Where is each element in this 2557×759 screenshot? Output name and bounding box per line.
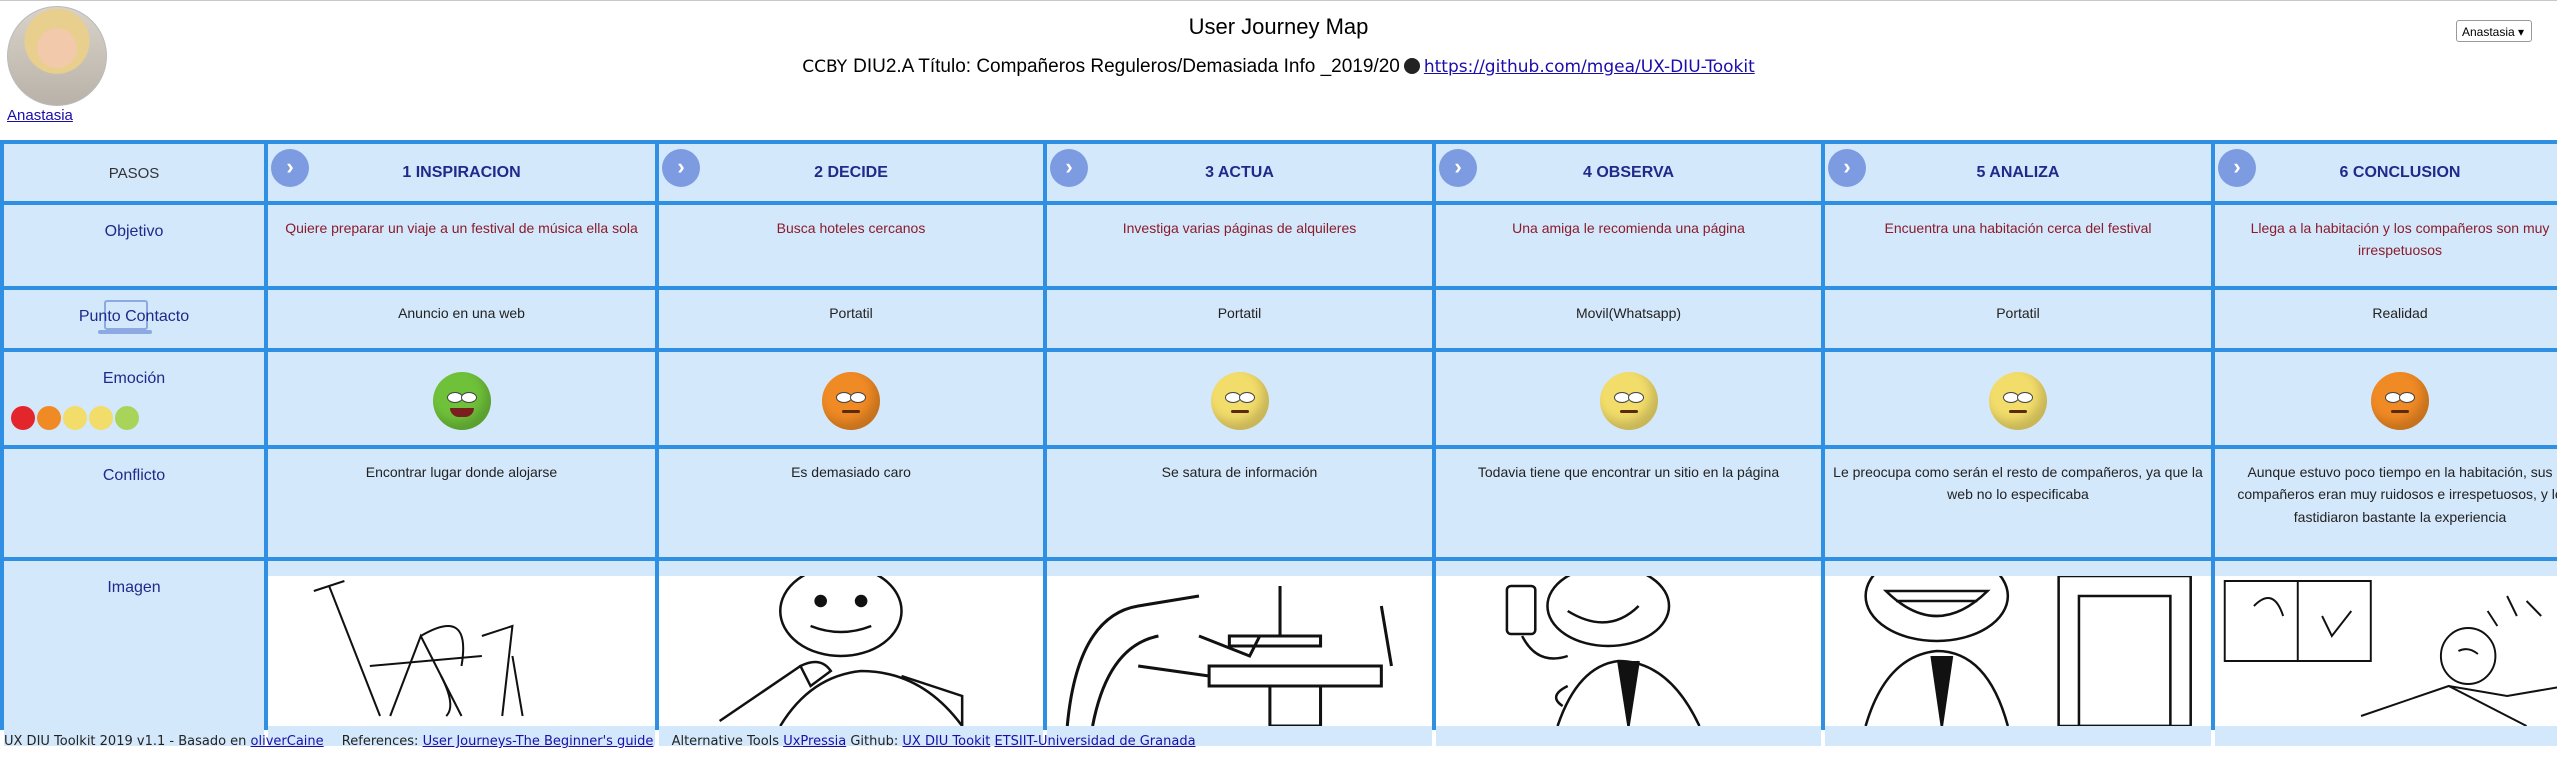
footer-prefix: UX DIU Toolkit 2019 v1.1 - Basado en xyxy=(4,734,247,749)
man-thinking-pen-sketch xyxy=(659,564,1043,727)
conflict-cell[interactable]: Es demasiado caro xyxy=(659,449,1043,557)
user-name-link[interactable]: Anastasia xyxy=(7,107,73,124)
footer-github-label: Github: xyxy=(850,734,899,749)
image-cell[interactable] xyxy=(1825,561,2211,746)
step-title: 6 CONCLUSION xyxy=(2339,164,2461,181)
man-cleaning-sketch xyxy=(268,576,655,726)
row-label-conflict: Conflicto xyxy=(4,449,264,557)
page-title: User Journey Map xyxy=(1188,14,1369,39)
angry-face-icon[interactable] xyxy=(11,406,35,430)
emotion-face-icon xyxy=(2371,372,2429,430)
row-label-steps: PASOS xyxy=(4,144,264,201)
desk-computer-sketch xyxy=(1047,576,1432,728)
cc-license-label: CCBY xyxy=(802,57,848,77)
goal-cell[interactable]: Llega a la habitación y los compañeros s… xyxy=(2215,205,2557,286)
emotion-cell[interactable] xyxy=(659,352,1043,445)
conflict-cell[interactable]: Encontrar lugar donde alojarse xyxy=(268,449,655,557)
emotion-cell[interactable] xyxy=(1436,352,1821,445)
page-subtitle: CCBY DIU2.A Título: Compañeros Reguleros/… xyxy=(0,56,2557,78)
goal-cell[interactable]: Una amiga le recomienda una página xyxy=(1436,205,1821,286)
neutral-face-icon[interactable] xyxy=(89,406,113,430)
touchpoint-cell[interactable]: Portatil xyxy=(659,290,1043,348)
row-label-emotion-text: Emoción xyxy=(102,370,166,387)
chevron-right-icon[interactable]: › xyxy=(662,149,700,187)
footer-link-uxpressia[interactable]: UxPressia xyxy=(783,734,846,749)
row-label-goal: Objetivo xyxy=(4,205,264,286)
step-header: › 5 ANALIZA xyxy=(1825,144,2211,201)
journey-map-grid: PASOS › 1 INSPIRACION › 2 DECIDE › 3 ACTUA … xyxy=(0,140,2557,746)
step-title: 5 ANALIZA xyxy=(1976,164,2060,181)
conflict-cell[interactable]: Le preocupa como serán el resto de compa… xyxy=(1825,449,2211,557)
touchpoint-cell[interactable]: Anuncio en una web xyxy=(268,290,655,348)
image-cell[interactable] xyxy=(1047,561,1432,746)
footer-link-toolkit[interactable]: UX DIU Tookit xyxy=(902,734,990,749)
image-cell[interactable] xyxy=(268,561,655,746)
emotion-face-icon xyxy=(1599,372,1658,430)
footer-alt-label: Alternative Tools xyxy=(671,734,780,749)
emotion-face-icon xyxy=(822,372,880,430)
footer-link-user-journeys[interactable]: User Journeys-The Beginner's guide xyxy=(423,734,654,749)
happy-face-icon[interactable] xyxy=(115,406,139,430)
step-title: 4 OBSERVA xyxy=(1583,164,1674,181)
step-title: 1 INSPIRACION xyxy=(402,164,521,181)
man-bed-noise-sketch xyxy=(2215,576,2557,727)
touchpoint-cell[interactable]: Realidad xyxy=(2215,290,2557,348)
chevron-right-icon[interactable]: › xyxy=(2218,149,2256,187)
chevron-right-icon[interactable]: › xyxy=(1050,149,1088,187)
man-phone-sketch xyxy=(1436,564,1821,727)
footer-link-olivercaine[interactable]: oliverCaine xyxy=(251,734,324,749)
row-label-emotion: Emoción xyxy=(4,352,264,445)
row-label-touchpoint: Punto Contacto xyxy=(4,290,264,348)
image-cell[interactable] xyxy=(659,561,1043,746)
step-title: 3 ACTUA xyxy=(1205,164,1274,181)
step-header: › 6 CONCLUSION xyxy=(2215,144,2557,201)
user-select[interactable]: Anastasia ▾ xyxy=(2456,20,2532,42)
subtitle-text: DIU2.A Título: Compañeros Reguleros/Dema… xyxy=(853,56,1400,77)
touchpoint-cell[interactable]: Portatil xyxy=(1825,290,2211,348)
goal-cell[interactable]: Busca hoteles cercanos xyxy=(659,205,1043,286)
emotion-face-icon xyxy=(1989,372,2047,430)
footer: UX DIU Toolkit 2019 v1.1 - Basado en oli… xyxy=(4,734,1196,749)
footer-refs-label: References: xyxy=(341,734,419,749)
top-rule xyxy=(0,0,2557,1)
chevron-right-icon[interactable]: › xyxy=(1828,149,1866,187)
chevron-right-icon[interactable]: › xyxy=(271,149,309,187)
emotion-cell[interactable] xyxy=(1047,352,1432,445)
emotion-face-icon xyxy=(432,372,491,430)
touchpoint-cell[interactable]: Portatil xyxy=(1047,290,1432,348)
conflict-cell[interactable]: Se satura de información xyxy=(1047,449,1432,557)
row-label-touchpoint-text: Punto Contacto xyxy=(78,308,190,325)
man-smiling-computer-sketch xyxy=(1825,561,2211,728)
goal-cell[interactable]: Investiga varias páginas de alquileres xyxy=(1047,205,1432,286)
emotion-cell[interactable] xyxy=(2215,352,2557,445)
footer-link-etsiit[interactable]: ETSIIT-Universidad de Granada xyxy=(994,734,1195,749)
conflict-cell[interactable]: Aunque estuvo poco tiempo en la habitaci… xyxy=(2215,449,2557,557)
repo-link[interactable]: https://github.com/mgea/UX-DIU-Tookit xyxy=(1424,57,1755,77)
emotion-face-icon xyxy=(1210,372,1269,430)
step-header: › 1 INSPIRACION xyxy=(268,144,655,201)
step-title: 2 DECIDE xyxy=(814,164,888,181)
step-header: › 3 ACTUA xyxy=(1047,144,1432,201)
goal-cell[interactable]: Encuentra una habitación cerca del festi… xyxy=(1825,205,2211,286)
emotion-cell[interactable] xyxy=(1825,352,2211,445)
step-header: › 2 DECIDE xyxy=(659,144,1043,201)
goal-cell[interactable]: Quiere preparar un viaje a un festival d… xyxy=(268,205,655,286)
chevron-right-icon[interactable]: › xyxy=(1439,149,1477,187)
row-label-image: Imagen xyxy=(4,561,264,746)
conflict-cell[interactable]: Todavia tiene que encontrar un sitio en … xyxy=(1436,449,1821,557)
image-cell[interactable] xyxy=(2215,561,2557,746)
touchpoint-cell[interactable]: Movil(Whatsapp) xyxy=(1436,290,1821,348)
github-icon xyxy=(1403,58,1420,74)
emotion-cell[interactable] xyxy=(268,352,655,445)
image-cell[interactable] xyxy=(1436,561,1821,746)
emotion-palette xyxy=(10,406,140,439)
neutral-face-icon[interactable] xyxy=(63,406,87,430)
upset-face-icon[interactable] xyxy=(37,406,61,430)
step-header: › 4 OBSERVA xyxy=(1436,144,1821,201)
